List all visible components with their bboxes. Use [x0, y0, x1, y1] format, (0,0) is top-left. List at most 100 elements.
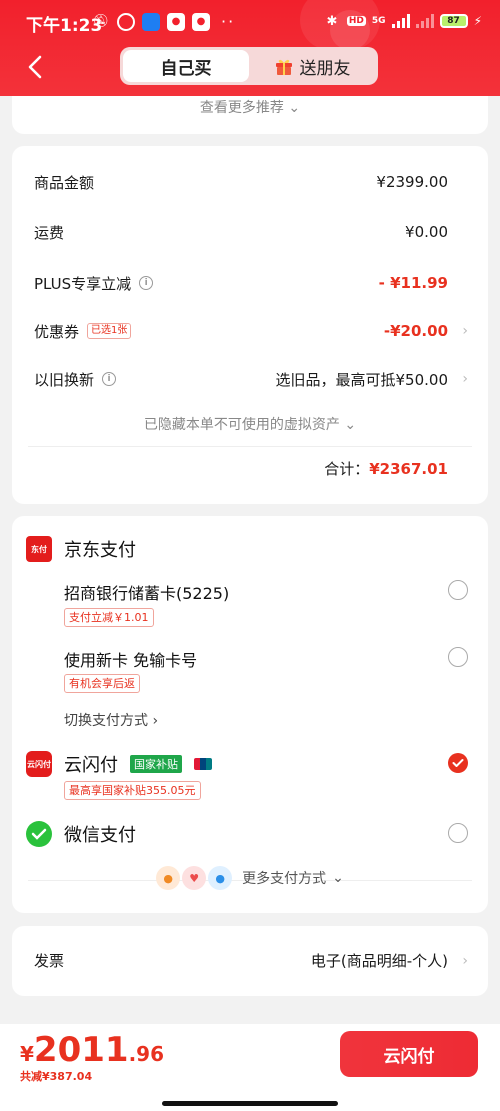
- plus-discount-row: PLUS专享立减 i - ¥11.99: [34, 271, 448, 295]
- chevron-down-icon: ⌄: [288, 100, 301, 116]
- unionpay-card-icon: [194, 758, 212, 770]
- unionpay-logo-text: 云闪付: [27, 759, 51, 769]
- more-payment-methods[interactable]: ● ♥ ● 更多支付方式 ⌄: [12, 866, 488, 890]
- pay-amount: ¥ 2011 .96: [20, 1030, 164, 1070]
- chevron-down-icon: ⌄: [344, 417, 357, 433]
- cmb-card-promo: 支付立减￥1.01: [64, 608, 154, 627]
- bluetooth-icon: ✱: [326, 13, 338, 29]
- wechat-pay-option[interactable]: 微信支付: [26, 821, 136, 847]
- plus-discount-value: - ¥11.99: [378, 274, 448, 292]
- total-label: 合计：: [324, 460, 370, 478]
- chevron-right-icon: ›: [152, 713, 159, 729]
- coupon-row[interactable]: 优惠券 已选1张 -¥20.00: [34, 319, 448, 343]
- payment-methods-card: 东付 京东支付 招商银行储蓄卡(5225) 支付立减￥1.01 使用新卡 免输卡…: [12, 516, 488, 913]
- status-icons-left: 🔕︎ ● ● ··: [92, 12, 235, 31]
- charging-icon: ⚡︎: [473, 14, 482, 28]
- chevron-right-icon: ›: [462, 953, 468, 969]
- tab-gift-to-friend[interactable]: 送朋友: [249, 50, 375, 82]
- tab-buy-for-self[interactable]: 自己买: [123, 50, 249, 82]
- invoice-row[interactable]: 发票 电子(商品明细-个人) ›: [12, 926, 488, 996]
- jd-pay-header: 东付 京东支付: [26, 536, 136, 562]
- order-total: 合计：¥2367.01: [324, 458, 448, 479]
- shipping-row: 运费 ¥0.00: [34, 220, 448, 244]
- trade-in-label-group: 以旧换新 i: [34, 369, 117, 390]
- payment-method-icon: ♥: [182, 866, 207, 890]
- recommend-card: 查看更多推荐 ⌄: [12, 96, 488, 134]
- alarm-icon: [117, 12, 135, 31]
- status-time: 下午1:23: [26, 16, 103, 36]
- chevron-left-icon: [28, 55, 42, 79]
- gift-icon: [275, 59, 292, 75]
- payment-method-icon: ●: [208, 866, 233, 890]
- tab-label: 自己买: [160, 58, 212, 79]
- status-bar: 下午1:23 🔕︎ ● ● ·· ✱ HD 5G 87 ⚡︎: [0, 0, 500, 44]
- unionpay-radio-checked[interactable]: [448, 753, 468, 773]
- coupon-label-group: 优惠券 已选1张: [34, 321, 132, 342]
- pay-amount-integer: 2011: [33, 1030, 129, 1070]
- info-icon[interactable]: i: [139, 276, 154, 290]
- switch-payment-link[interactable]: 切换支付方式 ›: [64, 710, 158, 730]
- app-notification-icon: [142, 12, 160, 31]
- total-value: ¥2367.01: [369, 460, 448, 478]
- more-recommend-label: 查看更多推荐: [199, 100, 284, 116]
- checkmark-icon: [452, 759, 464, 767]
- hidden-assets-note: 已隐藏本单不可使用的虚拟资产: [143, 417, 340, 433]
- more-recommend-link[interactable]: 查看更多推荐 ⌄: [12, 97, 488, 117]
- tab-label: 送朋友: [299, 58, 351, 79]
- app-notification-icon: ●: [167, 12, 185, 31]
- mute-icon: 🔕︎: [92, 14, 110, 29]
- hidden-assets-toggle[interactable]: 已隐藏本单不可使用的虚拟资产 ⌄: [12, 414, 488, 434]
- new-card-promo: 有机会享后返: [64, 674, 140, 693]
- app-notification-icon: ●: [192, 12, 210, 31]
- coupon-label: 优惠券: [34, 322, 80, 341]
- currency-symbol: ¥: [20, 1042, 34, 1066]
- jd-pay-label: 京东支付: [64, 540, 136, 561]
- unionpay-logo-icon: 云闪付: [26, 751, 52, 777]
- new-card-option[interactable]: 使用新卡 免输卡号: [64, 647, 197, 671]
- chevron-right-icon: ›: [462, 371, 468, 387]
- unionpay-promo: 最高享国家补贴355.05元: [64, 781, 201, 800]
- header: 下午1:23 🔕︎ ● ● ·· ✱ HD 5G 87 ⚡︎ 自己买 送朋友: [0, 0, 500, 96]
- wechat-pay-radio[interactable]: [448, 823, 468, 843]
- signal-icon: [415, 14, 434, 28]
- trade-in-row[interactable]: 以旧换新 i 选旧品，最高可抵¥50.00: [34, 367, 448, 391]
- status-icons-right: ✱ HD 5G 87 ⚡︎: [323, 12, 482, 30]
- pay-amount-decimal: .96: [128, 1042, 164, 1066]
- shipping-value: ¥0.00: [405, 223, 448, 241]
- pay-button[interactable]: 云闪付: [340, 1031, 478, 1077]
- info-icon[interactable]: i: [102, 372, 117, 386]
- goods-amount-label: 商品金额: [34, 173, 95, 192]
- back-button[interactable]: [20, 52, 50, 82]
- total-saved: 共减¥387.04: [20, 1070, 93, 1083]
- battery-icon: 87: [439, 14, 468, 28]
- coupon-value: -¥20.00: [383, 322, 448, 340]
- hd-icon: HD: [346, 16, 366, 26]
- switch-payment-label: 切换支付方式: [64, 713, 148, 729]
- invoice-label: 发票: [34, 952, 65, 970]
- cmb-card-option[interactable]: 招商银行储蓄卡(5225): [64, 580, 229, 604]
- divider: [28, 446, 472, 447]
- coupon-selected-badge: 已选1张: [87, 323, 132, 339]
- cmb-card-radio[interactable]: [448, 580, 468, 600]
- chevron-right-icon: ›: [462, 323, 468, 339]
- home-indicator[interactable]: [162, 1101, 338, 1106]
- network-type: 5G: [371, 16, 386, 26]
- checkout-bar: ¥ 2011 .96 共减¥387.04 云闪付: [0, 1024, 500, 1111]
- jd-pay-logo-icon: 东付: [26, 536, 52, 562]
- plus-discount-label: PLUS专享立减: [34, 274, 132, 293]
- wechat-pay-label: 微信支付: [64, 825, 136, 846]
- more-notifications-icon: ··: [221, 12, 236, 31]
- trade-in-label: 以旧换新: [34, 370, 95, 389]
- goods-amount-row: 商品金额 ¥2399.00: [34, 170, 448, 194]
- signal-icon: [391, 14, 410, 28]
- more-payment-label: 更多支付方式: [242, 871, 327, 887]
- trade-in-value: 选旧品，最高可抵¥50.00: [275, 370, 449, 389]
- new-card-radio[interactable]: [448, 647, 468, 667]
- unionpay-option[interactable]: 云闪付 云闪付 国家补贴: [26, 751, 212, 777]
- unionpay-label: 云闪付: [64, 755, 118, 776]
- order-amounts-card: 商品金额 ¥2399.00 运费 ¥0.00 PLUS专享立减 i - ¥11.…: [12, 146, 488, 504]
- plus-discount-label-group: PLUS专享立减 i: [34, 273, 154, 294]
- goods-amount-value: ¥2399.00: [376, 173, 448, 191]
- shipping-label: 运费: [34, 223, 65, 242]
- chevron-down-icon: ⌄: [332, 870, 344, 886]
